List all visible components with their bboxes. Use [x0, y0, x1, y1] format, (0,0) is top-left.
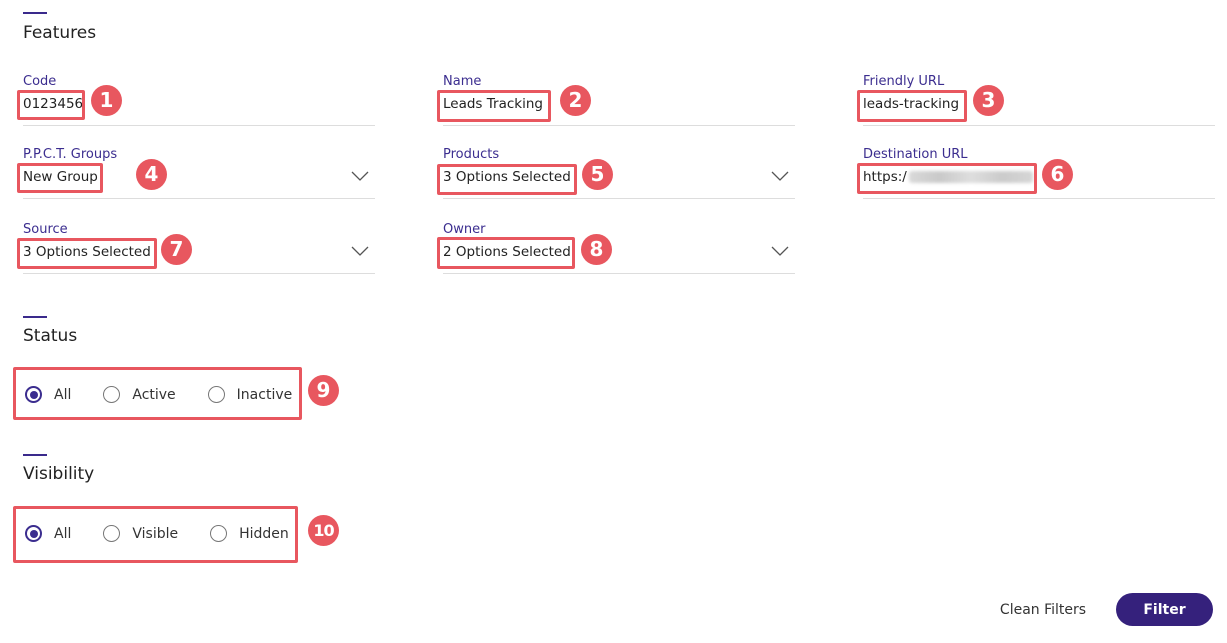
status-section-bar: [23, 316, 47, 318]
owner-underline: [443, 273, 795, 274]
products-label: Products: [443, 147, 500, 162]
features-section-bar: [23, 12, 47, 14]
code-underline: [23, 125, 375, 126]
source-underline: [23, 273, 375, 274]
ppct-groups-label: P.P.C.T. Groups: [23, 147, 118, 162]
annotation-badge-10: 10: [308, 515, 339, 546]
highlight-box-friendly-url: [857, 90, 967, 122]
clean-filters-button[interactable]: Clean Filters: [986, 596, 1100, 624]
destination-url-underline: [863, 198, 1215, 199]
highlight-box-source: [17, 238, 157, 269]
highlight-box-products: [437, 164, 577, 195]
highlight-box-owner: [437, 237, 575, 269]
highlight-box-status: [13, 367, 302, 420]
products-underline: [443, 198, 795, 199]
annotation-badge-2: 2: [560, 85, 591, 116]
visibility-section-bar: [23, 454, 47, 456]
owner-label: Owner: [443, 222, 486, 237]
visibility-title: Visibility: [23, 464, 95, 484]
chevron-down-icon[interactable]: [771, 171, 789, 181]
status-title: Status: [23, 326, 78, 346]
highlight-box-ppct-groups: [17, 163, 103, 193]
features-title: Features: [23, 23, 97, 43]
annotation-badge-1: 1: [91, 85, 122, 116]
chevron-down-icon[interactable]: [351, 246, 369, 256]
name-label: Name: [443, 74, 482, 89]
annotation-badge-5: 5: [582, 159, 613, 190]
ppct-groups-underline: [23, 198, 375, 199]
friendly-url-underline: [863, 125, 1215, 126]
highlight-box-destination-url: [857, 163, 1037, 194]
friendly-url-label: Friendly URL: [863, 74, 945, 89]
destination-url-label: Destination URL: [863, 147, 968, 162]
highlight-box-code: [17, 90, 85, 120]
highlight-box-name: [437, 90, 551, 122]
chevron-down-icon[interactable]: [771, 246, 789, 256]
code-label: Code: [23, 74, 57, 89]
annotation-badge-8: 8: [581, 234, 612, 265]
annotation-badge-4: 4: [136, 159, 167, 190]
filter-button[interactable]: Filter: [1116, 593, 1213, 626]
annotation-badge-3: 3: [973, 85, 1004, 116]
annotation-badge-6: 6: [1042, 159, 1073, 190]
annotation-badge-7: 7: [161, 234, 192, 265]
annotation-badge-9: 9: [308, 375, 339, 406]
source-label: Source: [23, 222, 68, 237]
name-underline: [443, 125, 795, 126]
highlight-box-visibility: [13, 506, 298, 563]
chevron-down-icon[interactable]: [351, 171, 369, 181]
